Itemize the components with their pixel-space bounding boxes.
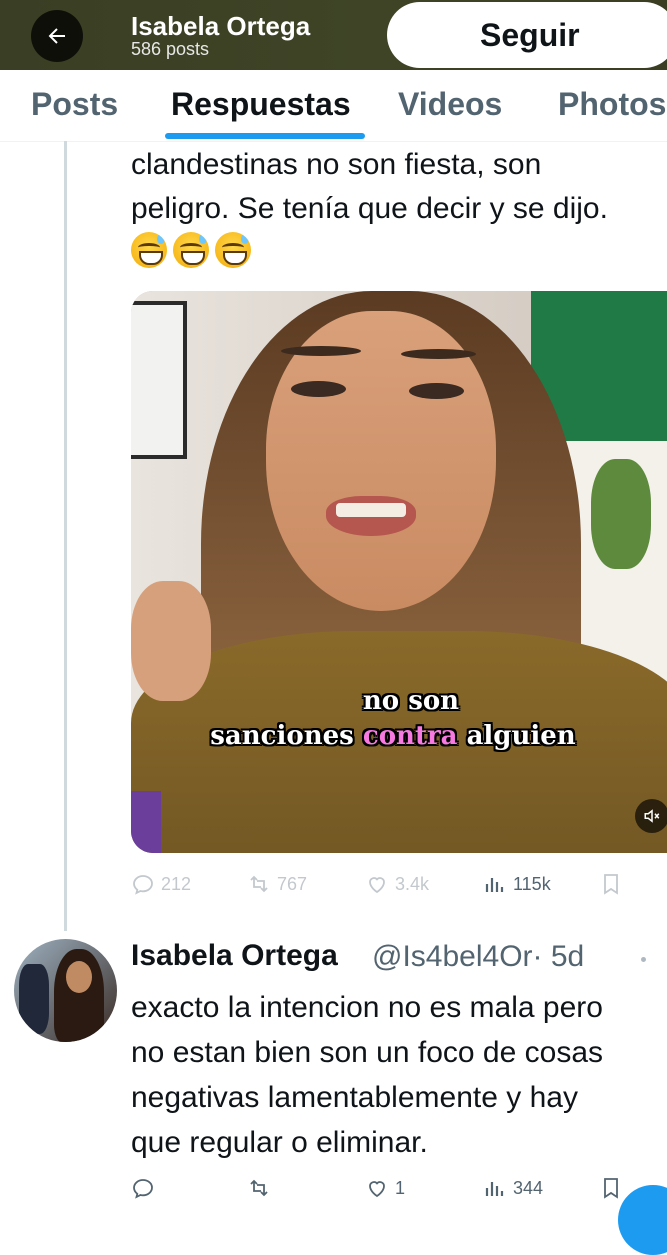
like-count: 3.4k: [395, 873, 430, 894]
grinning-sweat-emoji: [131, 232, 167, 268]
tweet-author-name[interactable]: Isabela Ortega: [131, 939, 338, 973]
handle-text: @Is4bel4Or: [372, 940, 533, 973]
post-count: 586 posts: [131, 39, 210, 59]
reply-icon: [133, 1179, 153, 1199]
tweet-text: clandestinas no son fiesta, son peligro.…: [131, 143, 667, 231]
wall-picture-frame: [131, 301, 187, 459]
tab-respuestas[interactable]: Respuestas: [171, 86, 351, 123]
reply-button[interactable]: [131, 1176, 155, 1200]
bookmark-icon: [604, 874, 618, 895]
caption-highlight: contra: [362, 721, 458, 751]
volume-muted-icon: [644, 809, 660, 823]
grinning-sweat-emoji: [173, 232, 209, 268]
arrow-left-icon: [48, 28, 65, 44]
caption-text: sanciones: [210, 721, 363, 751]
back-button[interactable]: [31, 10, 83, 62]
like-count: 1: [395, 1177, 406, 1198]
tweet-text-line: negativas lamentablemente y hay: [131, 1081, 578, 1114]
profile-tabs: Posts Respuestas Videos Photos: [0, 70, 667, 142]
tweet-text-line: que regular o eliminar.: [131, 1126, 428, 1159]
tab-videos[interactable]: Videos: [398, 86, 502, 123]
bar-chart-icon: [485, 1182, 504, 1196]
bookmark-button[interactable]: [599, 1176, 623, 1200]
bookmark-button[interactable]: [599, 872, 623, 896]
reply-count: 212: [161, 873, 192, 894]
profile-name: Isabela Ortega: [131, 11, 311, 41]
caption-text: alguien: [457, 721, 576, 751]
tweet-author-handle[interactable]: @Is4bel4Or· 5d: [372, 940, 584, 974]
repost-button[interactable]: [247, 1176, 271, 1200]
tweet-actions: 1 344: [131, 1176, 667, 1206]
tweet-timestamp: · 5d: [532, 940, 585, 973]
tweet-video[interactable]: no son sanciones contra alguien: [131, 291, 667, 853]
emoji-row: [131, 232, 251, 272]
reply-button[interactable]: 212: [131, 872, 191, 896]
repost-button[interactable]: 767: [247, 872, 307, 896]
view-count: 344: [513, 1177, 544, 1198]
mute-button[interactable]: [635, 799, 667, 833]
reply-icon: [133, 875, 153, 895]
like-button[interactable]: 3.4k: [365, 872, 429, 896]
video-caption-line: sanciones contra alguien: [131, 719, 667, 753]
heart-icon: [369, 877, 385, 894]
tweet-text-line: exacto la intencion no es mala pero: [131, 991, 603, 1024]
tweet-actions: 212 767 3.4k 115k: [131, 872, 667, 902]
views-button[interactable]: 344: [483, 1176, 543, 1200]
repost-icon: [250, 1179, 268, 1197]
thread-connector-line: [64, 141, 67, 931]
view-count: 115k: [513, 873, 551, 894]
tweet-text: exacto la intencion no es mala pero no e…: [131, 985, 667, 1165]
repost-icon: [250, 875, 268, 893]
tweet-text-line: no estan bien son un foco de cosas: [131, 1036, 604, 1069]
follow-button[interactable]: Seguir: [387, 2, 667, 68]
more-options-icon[interactable]: [641, 957, 646, 962]
active-tab-indicator: [165, 133, 365, 139]
like-button[interactable]: 1: [365, 1176, 405, 1200]
repost-count: 767: [277, 873, 308, 894]
video-caption-line: no son: [362, 686, 460, 716]
heart-icon: [369, 1181, 385, 1198]
bar-chart-icon: [485, 878, 504, 892]
grinning-sweat-emoji: [215, 232, 251, 268]
tweet-text-line: peligro. Se tenía que decir y se dijo.: [131, 192, 608, 225]
profile-header: Isabela Ortega 586 posts Seguir: [0, 0, 667, 70]
tweet-text-line: clandestinas no son fiesta, son: [131, 148, 542, 181]
avatar[interactable]: [14, 939, 117, 1042]
tab-posts[interactable]: Posts: [31, 86, 118, 123]
tab-photos[interactable]: Photos: [558, 86, 666, 123]
views-button[interactable]: 115k: [483, 872, 551, 896]
bookmark-icon: [604, 1178, 618, 1199]
